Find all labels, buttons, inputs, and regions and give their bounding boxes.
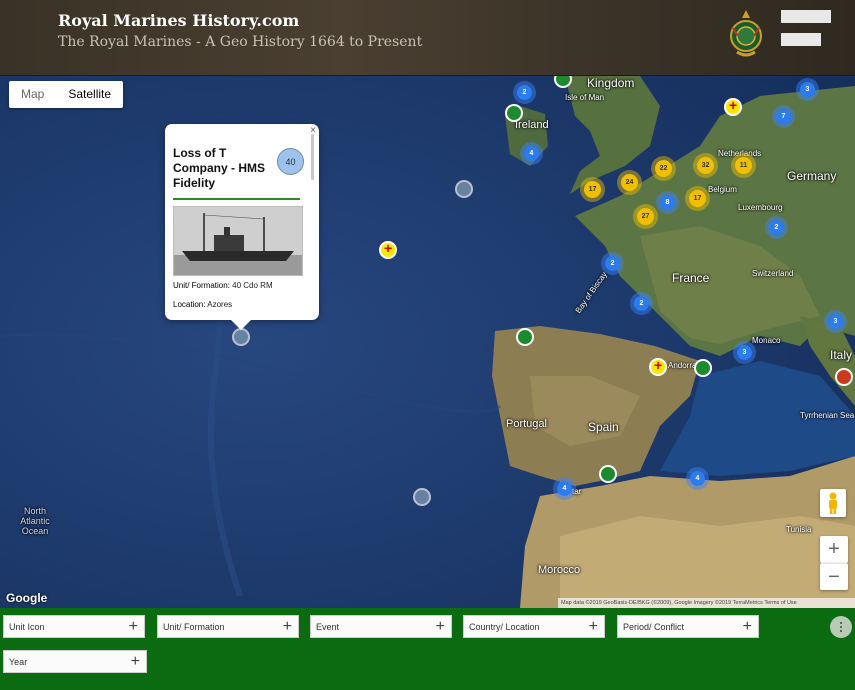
popup-location-value: Azores [207, 300, 233, 309]
street-view-pegman-icon[interactable] [820, 489, 846, 517]
map-marker[interactable] [516, 328, 534, 346]
map-cluster[interactable]: 3 [828, 314, 843, 329]
popup-scrollbar[interactable] [311, 134, 314, 180]
plus-icon[interactable]: + [589, 617, 598, 637]
zoom-in-button[interactable]: + [820, 536, 848, 563]
label-belgium: Belgium [708, 185, 737, 194]
map-cluster[interactable]: 17 [584, 181, 601, 198]
label-monaco: Monaco [752, 336, 781, 345]
map-canvas[interactable]: Map Satellite Kingdom Isle of Man Irelan… [0, 76, 855, 608]
popup-location-field: Location: Azores [173, 300, 232, 309]
filter-country-location[interactable]: Country/ Location + [463, 615, 605, 638]
label-tunisia: Tunisia [786, 525, 812, 534]
label-spain: Spain [588, 420, 619, 434]
filter-year[interactable]: Year + [3, 650, 147, 673]
map-cluster[interactable]: 3 [737, 345, 752, 360]
map-cluster[interactable]: 2 [634, 296, 649, 311]
plus-icon[interactable]: + [129, 617, 138, 637]
site-subtitle: The Royal Marines - A Geo History 1664 t… [58, 34, 423, 50]
map-marker[interactable] [649, 357, 667, 376]
royal-marines-crest-icon [730, 10, 762, 57]
label-luxembourg: Luxembourg [738, 203, 783, 212]
label-isle-of-man: Isle of Man [565, 93, 605, 102]
map-marker-selected[interactable] [232, 328, 250, 346]
map-marker[interactable] [724, 97, 742, 116]
map-cluster[interactable]: 24 [621, 174, 638, 191]
map-cluster[interactable]: 2 [605, 256, 620, 271]
site-title[interactable]: Royal Marines History.com [58, 11, 299, 30]
map-marker[interactable] [835, 368, 853, 386]
map-cluster[interactable]: 4 [690, 471, 705, 486]
map-marker[interactable] [455, 180, 473, 198]
app: Royal Marines History.com The Royal Mari… [0, 0, 855, 690]
filter-label: Unit Icon [9, 622, 45, 632]
google-logo: Google [6, 591, 48, 605]
map-cluster[interactable]: 17 [689, 190, 706, 207]
map-cluster[interactable]: 4 [557, 481, 572, 496]
map-marker[interactable] [599, 465, 617, 483]
popup-location-label: Location: [173, 300, 206, 309]
map-cluster[interactable]: 7 [776, 109, 791, 124]
map-cluster[interactable]: 2 [517, 85, 532, 100]
filter-label: Year [9, 657, 28, 667]
map-cluster[interactable]: 11 [735, 157, 752, 174]
ship-photo [173, 206, 303, 276]
popup-title: Loss of T Company - HMS Fidelity [173, 146, 266, 190]
label-italy: Italy [830, 348, 853, 362]
popup-unit-label: Unit/ Formation: [173, 281, 230, 290]
more-options-icon[interactable] [830, 616, 852, 638]
zoom-out-button[interactable]: − [820, 563, 848, 590]
label-switzerland: Switzerland [752, 269, 794, 278]
map-cluster[interactable]: 27 [637, 208, 654, 225]
info-popup: × Loss of T Company - HMS Fidelity 40 Un… [165, 124, 319, 330]
plus-icon[interactable]: + [743, 617, 752, 637]
label-tyrrhenian-sea: Tyrrhenian Sea [800, 411, 855, 420]
popup-divider [173, 198, 300, 200]
map-type-satellite-button[interactable]: Satellite [56, 81, 123, 108]
filter-label: Unit/ Formation [163, 622, 225, 632]
filter-period-conflict[interactable]: Period/ Conflict + [617, 615, 759, 638]
label-france: France [672, 271, 710, 285]
label-north-atlantic-ocean: North Atlantic Ocean [20, 506, 50, 536]
filter-label: Period/ Conflict [623, 622, 685, 632]
unit-badge-icon: 40 [277, 148, 304, 175]
filter-bar: Unit Icon + Unit/ Formation + Event + Co… [0, 608, 855, 690]
map-attribution[interactable]: Map data ©2019 GeoBasis-DE/BKG (©2009), … [558, 598, 855, 608]
site-header: Royal Marines History.com The Royal Mari… [0, 0, 855, 76]
map-marker[interactable] [505, 104, 523, 122]
map-type-map-button[interactable]: Map [9, 81, 56, 108]
map-marker[interactable] [694, 359, 712, 377]
filter-label: Country/ Location [469, 622, 540, 632]
label-gibraltar: tar [572, 487, 582, 496]
map-cluster[interactable]: 22 [655, 160, 672, 177]
map-cluster[interactable]: 4 [524, 146, 539, 161]
filter-unit-formation[interactable]: Unit/ Formation + [157, 615, 299, 638]
map-marker[interactable] [379, 240, 397, 259]
filter-event[interactable]: Event + [310, 615, 452, 638]
header-button-1[interactable] [781, 10, 831, 23]
filter-unit-icon[interactable]: Unit Icon + [3, 615, 145, 638]
label-portugal: Portugal [506, 418, 547, 430]
label-germany: Germany [787, 169, 837, 183]
map-cluster[interactable]: 3 [800, 82, 815, 97]
popup-unit-field: Unit/ Formation: 40 Cdo RM [173, 281, 273, 290]
plus-icon[interactable]: + [131, 652, 140, 672]
label-morocco: Morocco [538, 564, 581, 576]
plus-icon[interactable]: + [436, 617, 445, 637]
map-cluster[interactable]: 2 [769, 220, 784, 235]
map-cluster[interactable]: 8 [660, 195, 675, 210]
map-marker[interactable] [413, 488, 431, 506]
header-button-2[interactable] [781, 33, 821, 46]
filter-label: Event [316, 622, 340, 632]
label-kingdom: Kingdom [587, 76, 635, 90]
plus-icon[interactable]: + [283, 617, 292, 637]
label-ireland: Ireland [515, 119, 549, 131]
map-type-control: Map Satellite [9, 81, 124, 108]
popup-unit-value: 40 Cdo RM [232, 281, 273, 290]
map-cluster[interactable]: 32 [697, 157, 714, 174]
label-andorra: Andorra [668, 361, 697, 370]
